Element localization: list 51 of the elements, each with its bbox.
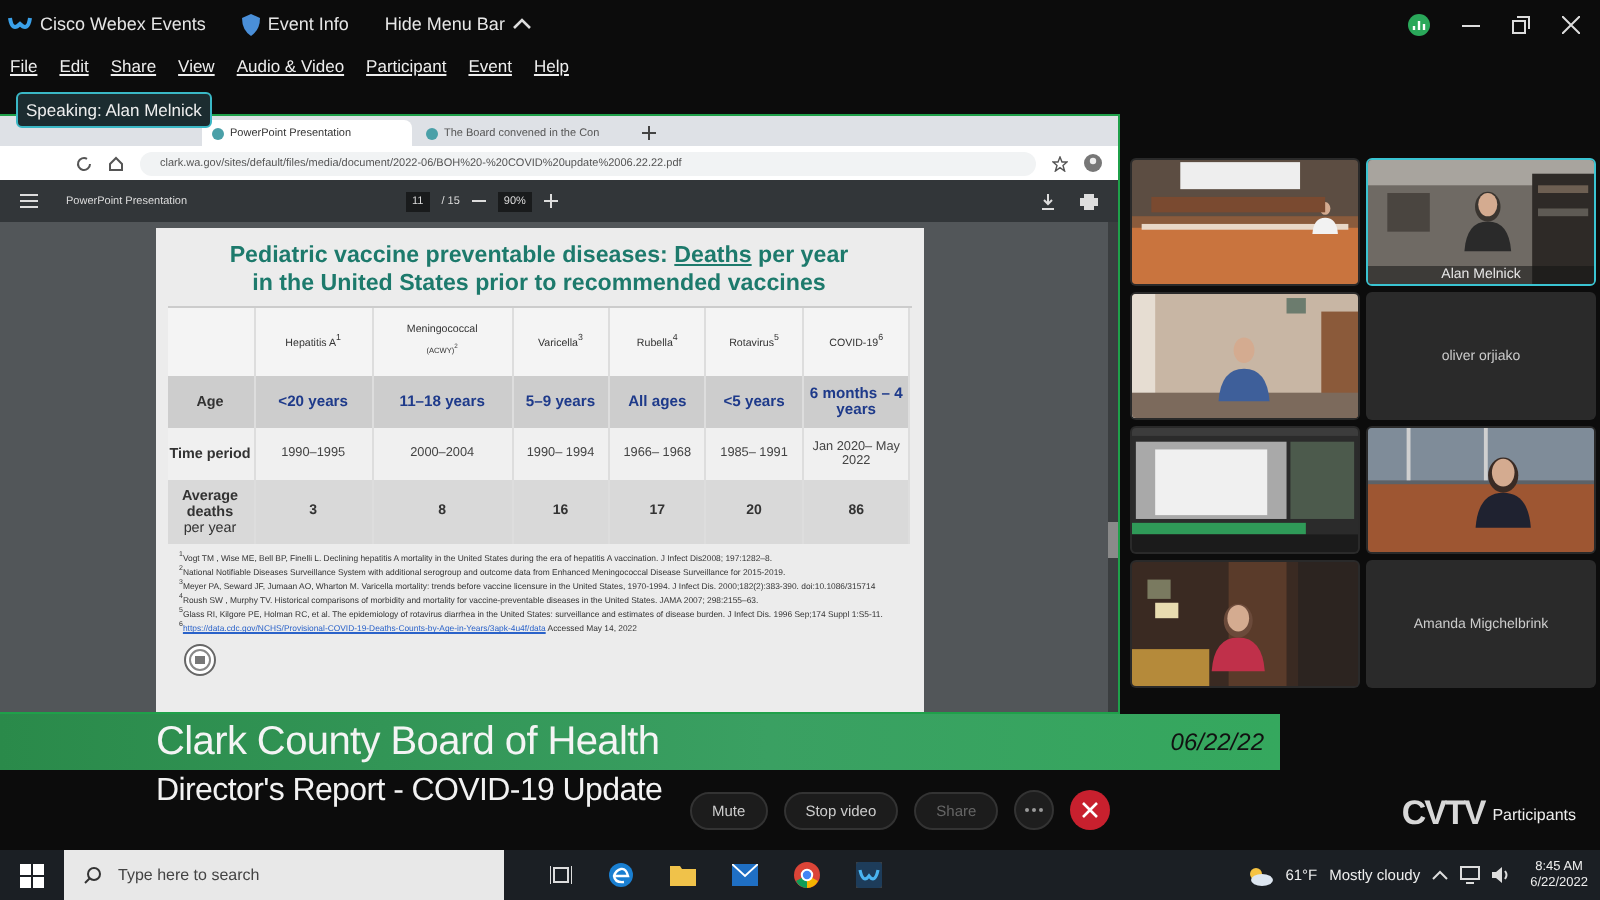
- webex-app-icon[interactable]: [856, 862, 882, 888]
- reload-icon[interactable]: [76, 155, 92, 171]
- shield-icon: [241, 13, 260, 35]
- taskbar-search-field[interactable]: Type here to search: [64, 850, 504, 900]
- globe-browser-icon[interactable]: [608, 862, 634, 888]
- banner-title: Clark County Board of Health: [156, 719, 660, 765]
- mail-icon[interactable]: [732, 864, 758, 886]
- zoom-out-icon[interactable]: [471, 194, 486, 208]
- scrollbar-thumb[interactable]: [1108, 522, 1118, 558]
- menu-item[interactable]: Event: [468, 56, 512, 76]
- menu-item[interactable]: View: [178, 56, 215, 76]
- webex-logo-icon: [8, 14, 32, 34]
- menu-item[interactable]: Edit: [59, 56, 89, 76]
- more-icon[interactable]: [1014, 790, 1055, 830]
- banner-date: 06/22/22: [1170, 728, 1264, 756]
- caret-up-icon[interactable]: [512, 18, 533, 30]
- caret-up-icon[interactable]: [1432, 870, 1449, 880]
- participants-button[interactable]: Participants: [1492, 805, 1576, 823]
- menu-item[interactable]: Audio & Video: [236, 56, 345, 76]
- leave-icon[interactable]: [1070, 790, 1111, 830]
- profile-icon[interactable]: [1084, 154, 1102, 172]
- download-icon[interactable]: [1040, 193, 1056, 209]
- chrome-browser-icon[interactable]: [794, 862, 820, 888]
- weather-cloud-icon[interactable]: [1245, 865, 1274, 885]
- plus-icon[interactable]: [642, 126, 656, 140]
- menu-item[interactable]: Share: [110, 56, 157, 76]
- folder-icon[interactable]: [670, 864, 696, 886]
- banner-subtitle: Director's Report - COVID-19 Update: [154, 774, 665, 810]
- speaker-icon[interactable]: [1492, 866, 1511, 884]
- home-icon[interactable]: [108, 155, 124, 171]
- event-info-link[interactable]: Event Info: [267, 14, 349, 34]
- channel-logo: CVTV: [1401, 794, 1485, 834]
- speaking-indicator: Speaking: Alan Melnick: [16, 92, 212, 128]
- star-icon[interactable]: [1052, 155, 1068, 171]
- slide-title: Pediatric vaccine preventable diseases: Deaths per year in the United States prior to recommended vaccines: [227, 242, 851, 296]
- hide-menu-bar-button[interactable]: Hide Menu Bar: [384, 14, 505, 34]
- stats-icon[interactable]: [1408, 13, 1430, 35]
- menu-icon[interactable]: [20, 194, 38, 208]
- county-seal-icon: [183, 643, 215, 676]
- app-title: Cisco Webex Events: [40, 14, 206, 34]
- network-icon[interactable]: [1460, 866, 1481, 884]
- windows-start-icon[interactable]: [20, 863, 44, 887]
- menu-item[interactable]: File: [10, 56, 38, 76]
- menu-item[interactable]: Participant: [366, 56, 447, 76]
- close-icon[interactable]: [1562, 15, 1580, 33]
- restore-icon[interactable]: [1512, 15, 1530, 33]
- task-view-icon[interactable]: [550, 864, 572, 886]
- menu-item[interactable]: Help: [533, 56, 569, 76]
- zoom-in-icon[interactable]: [543, 194, 558, 208]
- table-corner-cell: [167, 308, 255, 376]
- search-icon: [84, 866, 102, 884]
